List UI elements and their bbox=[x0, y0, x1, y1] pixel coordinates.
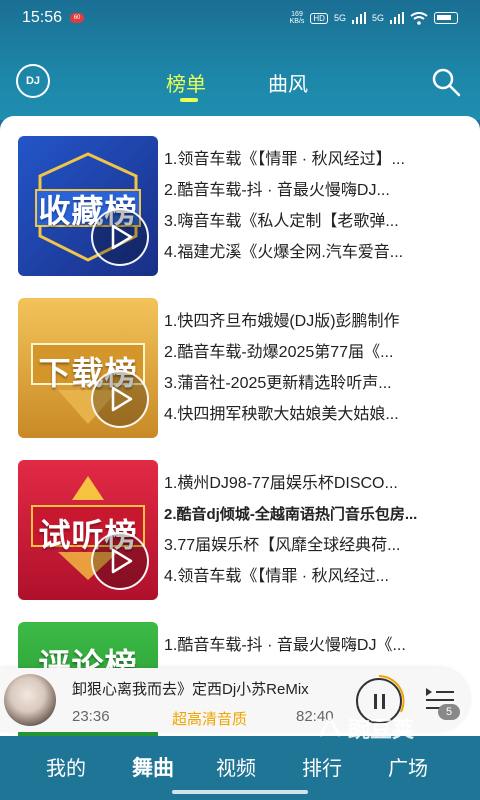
chart-cover[interactable]: 收藏榜 bbox=[18, 136, 158, 276]
queue-count-badge: 5 bbox=[438, 704, 460, 720]
player-quality[interactable]: 超高清音质 bbox=[172, 708, 247, 729]
player-artwork[interactable] bbox=[4, 674, 56, 726]
nav-ranking[interactable]: 排行 bbox=[302, 752, 342, 781]
home-indicator[interactable] bbox=[172, 790, 308, 794]
status-time: 15:56 bbox=[22, 9, 63, 26]
play-button[interactable] bbox=[91, 208, 149, 266]
list-item[interactable]: 2.酷音车载-劲爆2025第77届《... bbox=[164, 337, 454, 368]
play-button[interactable] bbox=[91, 532, 149, 590]
play-icon bbox=[111, 386, 133, 412]
signal-bars-2-icon bbox=[390, 12, 404, 24]
list-item[interactable]: 2.酷音dj倾城-全越南语热门音乐包房... bbox=[164, 499, 454, 530]
list-item[interactable]: 1.横州DJ98-77届娱乐杯DISCO... bbox=[164, 468, 454, 499]
nav-mine[interactable]: 我的 bbox=[46, 752, 86, 781]
list-item[interactable]: 3.嗨音车载《私人定制【老歌弹... bbox=[164, 206, 454, 237]
net-speed: 169 KB/s bbox=[289, 11, 305, 25]
signal-bars-icon bbox=[351, 12, 366, 24]
list-item[interactable]: 3.蒲音社-2025更新精选聆听声... bbox=[164, 368, 454, 399]
hd-badge: HD bbox=[310, 12, 328, 24]
status-bar: 15:56 60 169 KB/s HD 5G 5G bbox=[0, 0, 480, 36]
play-icon bbox=[111, 548, 133, 574]
track-list: 1.酷音车载-抖 · 音最火慢嗨DJ《... bbox=[164, 630, 454, 661]
list-item[interactable]: 1.酷音车载-抖 · 音最火慢嗨DJ《... bbox=[164, 630, 454, 661]
status-indicators: 169 KB/s HD 5G 5G bbox=[290, 11, 458, 25]
nav-video[interactable]: 视频 bbox=[216, 752, 256, 781]
chart-cover[interactable]: 下载榜 bbox=[18, 298, 158, 438]
list-item[interactable]: 2.酷音车载-抖 · 音最火慢嗨DJ... bbox=[164, 175, 454, 206]
notification-dot-icon: 60 bbox=[70, 13, 85, 23]
wifi-icon bbox=[410, 11, 428, 25]
search-icon[interactable] bbox=[430, 66, 462, 98]
list-item[interactable]: 4.快四拥军秧歌大姑娘美大姑娘... bbox=[164, 399, 454, 430]
chart-card-trial[interactable]: 试听榜 1.横州DJ98-77届娱乐杯DISCO... 2.酷音dj倾城-全越南… bbox=[18, 460, 468, 600]
wandoujia-logo-icon bbox=[318, 714, 342, 737]
battery-icon bbox=[434, 12, 458, 24]
nav-dance-music[interactable]: 舞曲 bbox=[132, 752, 174, 782]
player-current-time: 23:36 bbox=[72, 708, 110, 725]
track-list: 1.领音车载《【情罪 · 秋风经过】... 2.酷音车载-抖 · 音最火慢嗨DJ… bbox=[164, 144, 454, 268]
list-item[interactable]: 4.福建尤溪《火爆全网.汽车爱音... bbox=[164, 237, 454, 268]
tab-genres[interactable]: 曲风 bbox=[268, 68, 308, 97]
chart-card-favorites[interactable]: 收藏榜 1.领音车载《【情罪 · 秋风经过】... 2.酷音车载-抖 · 音最火… bbox=[18, 136, 468, 276]
list-item[interactable]: 3.77届娱乐杯【风靡全球经典荷... bbox=[164, 530, 454, 561]
watermark: 豌豆荚 bbox=[316, 712, 414, 744]
chart-list: 收藏榜 1.领音车载《【情罪 · 秋风经过】... 2.酷音车载-抖 · 音最火… bbox=[0, 116, 480, 736]
signal-1: 5G bbox=[333, 13, 346, 23]
nav-plaza[interactable]: 广场 bbox=[388, 752, 428, 781]
track-list: 1.快四齐旦布娥嫚(DJ版)彭鹏制作 2.酷音车载-劲爆2025第77届《...… bbox=[164, 306, 454, 430]
list-item[interactable]: 4.领音车载《【情罪 · 秋风经过... bbox=[164, 561, 454, 592]
play-icon bbox=[111, 224, 133, 250]
play-button[interactable] bbox=[91, 370, 149, 428]
pause-icon bbox=[374, 694, 377, 709]
dj-logo-icon[interactable]: DJ bbox=[16, 64, 50, 98]
top-header: DJ 榜单 曲风 bbox=[0, 62, 480, 106]
list-item[interactable]: 1.领音车载《【情罪 · 秋风经过】... bbox=[164, 144, 454, 175]
player-song-title[interactable]: 卸狠心离我而去》定西Dj小苏ReMix bbox=[72, 678, 342, 699]
list-item[interactable]: 1.快四齐旦布娥嫚(DJ版)彭鹏制作 bbox=[164, 306, 454, 337]
active-tab-indicator bbox=[180, 98, 198, 102]
tab-rankings[interactable]: 榜单 bbox=[166, 68, 206, 97]
track-list: 1.横州DJ98-77届娱乐杯DISCO... 2.酷音dj倾城-全越南语热门音… bbox=[164, 468, 454, 592]
chart-cover[interactable]: 试听榜 bbox=[18, 460, 158, 600]
chart-card-downloads[interactable]: 下载榜 1.快四齐旦布娥嫚(DJ版)彭鹏制作 2.酷音车载-劲爆2025第77届… bbox=[18, 298, 468, 438]
signal-2: 5G bbox=[371, 13, 384, 23]
